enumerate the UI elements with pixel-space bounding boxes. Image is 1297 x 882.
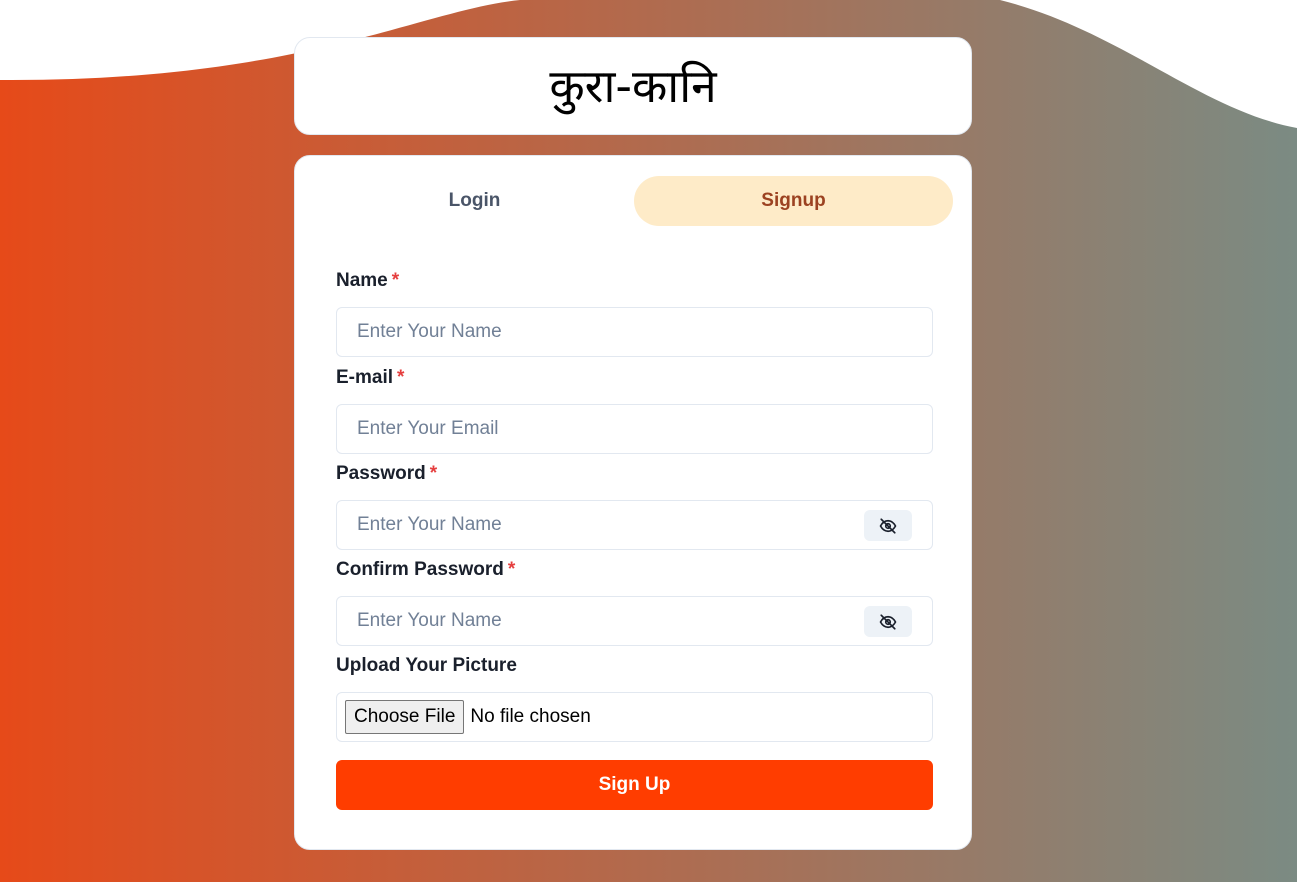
name-label: Name *: [336, 270, 399, 292]
password-field-box: [336, 500, 933, 550]
password-label: Password *: [336, 463, 437, 485]
confirm-password-visibility-toggle[interactable]: [864, 606, 912, 637]
tab-signup[interactable]: Signup: [634, 176, 953, 226]
eye-off-icon: [879, 517, 897, 534]
email-label-text: E-mail: [336, 367, 394, 388]
confirm-password-label-text: Confirm Password: [336, 559, 504, 580]
required-marker: *: [397, 367, 405, 388]
file-status-text: No file chosen: [470, 706, 591, 727]
confirm-password-field-box: [336, 596, 933, 646]
name-field-box: [336, 307, 933, 357]
app-title: कुरा-कानि: [549, 59, 717, 113]
password-input[interactable]: [337, 501, 932, 549]
confirm-password-label: Confirm Password *: [336, 559, 515, 581]
name-label-text: Name: [336, 270, 388, 291]
confirm-password-input[interactable]: [337, 597, 932, 645]
required-marker: *: [429, 463, 438, 484]
sign-up-button[interactable]: Sign Up: [336, 760, 933, 810]
email-field-box: [336, 404, 933, 454]
header-card: कुरा-कानि: [294, 37, 972, 135]
picture-upload-field: Choose File No file chosen: [336, 692, 933, 742]
email-input[interactable]: [337, 405, 932, 453]
signup-form-card: Login Signup Name* E-mail* Password* Con…: [294, 155, 972, 850]
choose-file-button[interactable]: Choose File: [345, 700, 465, 734]
tab-login[interactable]: Login: [315, 176, 634, 226]
password-visibility-toggle[interactable]: [864, 510, 912, 541]
required-marker: *: [391, 270, 400, 291]
picture-label: Upload Your Picture: [336, 655, 517, 676]
name-input[interactable]: [337, 308, 932, 356]
email-label: E-mail *: [336, 367, 404, 389]
eye-off-icon: [879, 613, 897, 630]
required-marker: *: [507, 559, 516, 580]
password-label-text: Password: [336, 463, 426, 484]
auth-tabs: Login Signup: [315, 176, 953, 226]
